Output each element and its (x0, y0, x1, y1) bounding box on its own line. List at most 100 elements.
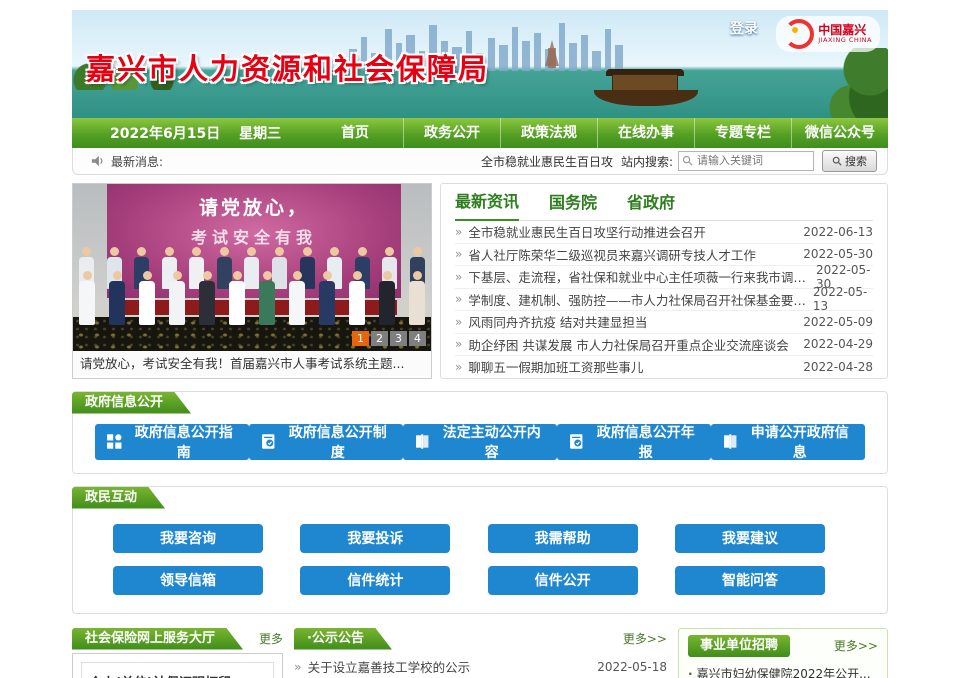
interaction-section: 政民互动 我要咨询 我要投诉 我需帮助 我要建议 领导信箱 信件统计 信件公开 … (72, 486, 888, 614)
gov-info-statutory-button[interactable]: 法定主动公开内容 (403, 424, 557, 460)
doc-check-icon (568, 433, 584, 450)
speaker-icon (91, 154, 105, 168)
search-button-icon (832, 156, 842, 166)
header-banner: 嘉兴市人力资源和社会保障局 登录 中国嘉兴 JIAXING CHINA (72, 10, 888, 118)
person-figure (259, 271, 275, 325)
slider-page-4[interactable]: 4 (409, 331, 426, 346)
jiaxing-logo[interactable]: 中国嘉兴 JIAXING CHINA (776, 16, 880, 52)
news-item[interactable]: 全市稳就业惠民生百日攻坚行动推进会召开2022-06-13 (455, 221, 873, 244)
main-navbar: 2022年6月15日 星期三 首页 政务公开 政策法规 在线办事 专题专栏 微信… (72, 118, 888, 148)
gov-info-request-button[interactable]: 申请公开政府信息 (711, 424, 865, 460)
gov-info-section: 政府信息公开 政府信息公开指南 政府信息公开制度 (72, 391, 888, 474)
stage-banner-line2: 考试安全有我 (107, 224, 401, 248)
nav-item-gov-affairs[interactable]: 政务公开 (403, 118, 500, 148)
group-photo-front-row (79, 271, 425, 325)
logo-text-en: JIAXING CHINA (818, 37, 872, 44)
search-input-magnifier-icon (682, 155, 693, 166)
person-figure (319, 271, 335, 325)
notice-list: 关于设立嘉善技工学校的公示2022-05-18 关于公布嘉兴市人力资源和社会保障… (294, 654, 667, 678)
recruitment-header: 事业单位招聘 (688, 635, 790, 657)
interaction-header: 政民互动 (72, 487, 165, 509)
notices-column: ·公示公告 更多>> 关于设立嘉善技工学校的公示2022-05-18 关于公布嘉… (294, 628, 667, 678)
pagoda-silhouette (545, 40, 559, 66)
tab-latest-news[interactable]: 最新资讯 (455, 188, 519, 221)
nav-date: 2022年6月15日 (110, 126, 220, 142)
notices-more-link[interactable]: 更多>> (623, 630, 667, 647)
logo-text-cn: 中国嘉兴 (818, 24, 872, 37)
social-insurance-header: 社会保险网上服务大厅 (72, 628, 243, 650)
recruitment-column: 事业单位招聘 更多>> 嘉兴市妇幼保健院2022年公开... 2022年嘉兴市属… (678, 628, 888, 678)
slider-page-3[interactable]: 3 (390, 331, 407, 346)
letter-disclosure-button[interactable]: 信件公开 (488, 566, 638, 595)
smart-qa-button[interactable]: 智能问答 (675, 566, 825, 595)
complaint-button[interactable]: 我要投诉 (300, 524, 450, 553)
book-icon (722, 433, 738, 450)
nav-item-special-topics[interactable]: 专题专栏 (694, 118, 791, 148)
person-figure (379, 271, 395, 325)
news-item[interactable]: 下基层、走流程，省社保和就业中心主任项薇一行来我市调研“国统”上线情况2022-… (455, 266, 873, 289)
person-figure (169, 271, 185, 325)
leader-mailbox-button[interactable]: 领导信箱 (113, 566, 263, 595)
suggestion-button[interactable]: 我要建议 (675, 524, 825, 553)
nav-item-policy[interactable]: 政策法规 (500, 118, 597, 148)
ticker-marquee-text[interactable]: 全市稳就业惠民生百日攻 (481, 153, 613, 170)
tab-state-council[interactable]: 国务院 (549, 189, 597, 220)
need-help-button[interactable]: 我需帮助 (488, 524, 638, 553)
consult-button[interactable]: 我要咨询 (113, 524, 263, 553)
person-figure (409, 271, 425, 325)
gov-info-guide-button[interactable]: 政府信息公开指南 (95, 424, 249, 460)
book-icon (414, 433, 430, 450)
person-figure (79, 271, 95, 325)
news-item[interactable]: 省人社厅陈荣华二级巡视员来嘉兴调研专技人才工作2022-05-30 (455, 244, 873, 267)
slider-page-2[interactable]: 2 (371, 331, 388, 346)
person-figure (109, 271, 125, 325)
recruitment-more-link[interactable]: 更多>> (834, 637, 878, 654)
nav-item-wechat[interactable]: 微信公众号 (791, 118, 888, 148)
news-ticker-bar: 最新消息: 全市稳就业惠民生百日攻 站内搜索: 搜索 (72, 148, 888, 175)
ticker-label: 最新消息: (111, 153, 163, 170)
tab-provincial-gov[interactable]: 省政府 (627, 189, 675, 220)
slider-photo[interactable]: 请党放心， 考试安全有我 1 2 3 4 (73, 184, 431, 351)
nav-item-home[interactable]: 首页 (307, 118, 403, 148)
search-input[interactable] (678, 151, 814, 171)
person-figure (349, 271, 365, 325)
person-figure (229, 271, 245, 325)
slider-pagination: 1 2 3 4 (352, 331, 426, 346)
stage-banner-line1: 请党放心， (107, 193, 401, 220)
right-trees (798, 48, 888, 118)
jiaxing-logo-icon (784, 19, 814, 49)
login-link[interactable]: 登录 (730, 18, 758, 38)
person-figure (289, 271, 305, 325)
grid-icon (106, 433, 122, 450)
gov-info-system-button[interactable]: 政府信息公开制度 (249, 424, 403, 460)
news-tabs: 最新资讯 国务院 省政府 (455, 184, 873, 221)
news-item[interactable]: 学制度、建机制、强防控——市人力社保局召开社保基金要情专题学习会2022-05-… (455, 289, 873, 312)
news-list: 全市稳就业惠民生百日攻坚行动推进会召开2022-06-13 省人社厅陈荣华二级巡… (455, 221, 873, 378)
slider-page-1[interactable]: 1 (352, 331, 369, 346)
news-item[interactable]: 助企纾困 共谋发展 市人力社保局召开重点企业交流座谈会2022-04-29 (455, 334, 873, 357)
search-button[interactable]: 搜索 (822, 150, 877, 172)
news-panel: 最新资讯 国务院 省政府 全市稳就业惠民生百日攻坚行动推进会召开2022-06-… (440, 183, 888, 379)
site-search-label: 站内搜索: (621, 153, 673, 170)
nav-weekday: 星期三 (239, 126, 281, 142)
social-insurance-column: 社会保险网上服务大厅 更多 个人(单位)社保证明打印 办事指南 (72, 628, 283, 678)
gov-info-annual-report-button[interactable]: 政府信息公开年报 (557, 424, 711, 460)
nav-item-online-service[interactable]: 在线办事 (597, 118, 694, 148)
news-item[interactable]: 聊聊五一假期加班工资那些事儿2022-04-28 (455, 356, 873, 378)
letter-statistics-button[interactable]: 信件统计 (300, 566, 450, 595)
person-figure (139, 271, 155, 325)
news-item[interactable]: 风雨同舟齐抗疫 结对共建显担当2022-05-09 (455, 311, 873, 334)
social-insurance-more-link[interactable]: 更多 (259, 630, 283, 647)
canal-boat (594, 66, 698, 106)
recruitment-list: 嘉兴市妇幼保健院2022年公开... 2022年嘉兴市属事业单位公开... 20… (688, 661, 878, 678)
notice-item[interactable]: 关于设立嘉善技工学校的公示2022-05-18 (294, 654, 667, 678)
notices-header: ·公示公告 (294, 628, 392, 650)
nav-menu: 首页 政务公开 政策法规 在线办事 专题专栏 微信公众号 (307, 118, 888, 148)
recruitment-item[interactable]: 嘉兴市妇幼保健院2022年公开... (688, 661, 878, 678)
slider-caption[interactable]: 请党放心，考试安全有我！首届嘉兴市人事考试系统主题... (73, 351, 431, 376)
doc-check-icon (260, 433, 276, 450)
site-title: 嘉兴市人力资源和社会保障局 (86, 46, 489, 88)
page: 嘉兴市人力资源和社会保障局 登录 中国嘉兴 JIAXING CHINA 2022… (72, 0, 888, 678)
person-figure (199, 271, 215, 325)
social-insurance-cert-print-item[interactable]: 个人(单位)社保证明打印 (81, 662, 274, 678)
